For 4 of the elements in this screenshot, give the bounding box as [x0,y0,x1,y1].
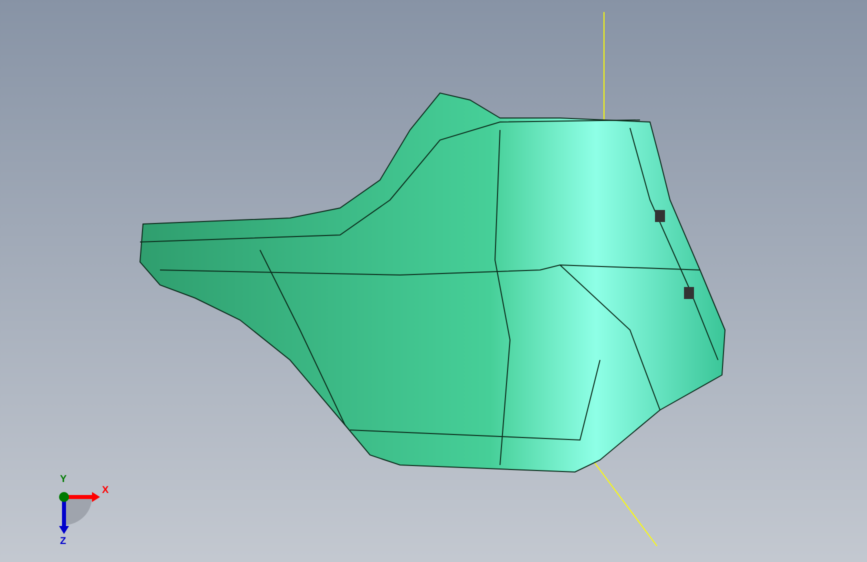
axis-triad-drawing [59,492,100,534]
axis-label: X [102,486,109,496]
axis-label: Z [60,537,66,547]
axis-label: Y [60,475,67,485]
